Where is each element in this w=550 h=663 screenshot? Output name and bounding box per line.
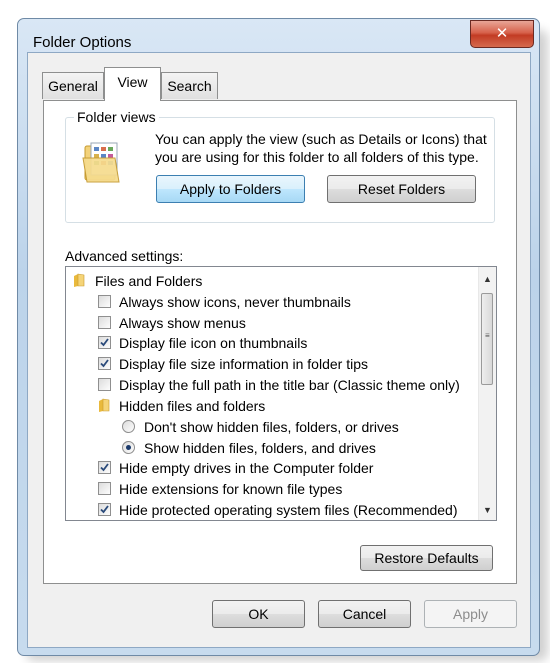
checkbox[interactable]: [98, 378, 111, 391]
list-item-display-file-size[interactable]: Display file size information in folder …: [66, 354, 476, 374]
option-label: Show hidden files, folders, and drives: [144, 440, 376, 456]
close-icon: ✕: [495, 24, 509, 42]
option-label: Display the full path in the title bar (…: [119, 377, 460, 393]
tab-search[interactable]: Search: [161, 72, 218, 99]
tree-item-label: Hidden files and folders: [119, 398, 266, 414]
folder-views-icon: [81, 140, 123, 184]
checkbox[interactable]: [98, 316, 111, 329]
option-label: Display file size information in folder …: [119, 356, 368, 372]
list-item-hide-protected-files[interactable]: Hide protected operating system files (R…: [66, 500, 476, 520]
ok-button[interactable]: OK: [212, 600, 305, 628]
checkbox-checked[interactable]: [98, 357, 111, 370]
folder-icon: [73, 273, 85, 288]
list-item-always-show-menus[interactable]: Always show menus: [66, 313, 476, 333]
tree-item-hidden-files-and-folders[interactable]: Hidden files and folders: [66, 396, 476, 416]
folder-views-description-line1: You can apply the view (such as Details …: [155, 131, 487, 147]
checkbox[interactable]: [98, 295, 111, 308]
apply-to-folders-button[interactable]: Apply to Folders: [156, 175, 305, 203]
folder-views-legend: Folder views: [74, 109, 159, 125]
option-label: Don't show hidden files, folders, or dri…: [144, 419, 399, 435]
checkmark-icon: [100, 359, 109, 368]
list-item-display-file-icon[interactable]: Display file icon on thumbnails: [66, 333, 476, 353]
grip-icon: ≡: [485, 331, 490, 340]
checkbox-checked[interactable]: [98, 503, 111, 516]
tab-general[interactable]: General: [42, 72, 104, 99]
option-label: Display file icon on thumbnails: [119, 335, 308, 351]
option-label: Always show menus: [119, 315, 246, 331]
option-label: Hide empty drives in the Computer folder: [119, 460, 374, 476]
folder-views-description-line2: you are using for this folder to all fol…: [155, 149, 479, 165]
scrollbar-thumb[interactable]: ≡: [481, 293, 493, 385]
list-item-hide-empty-drives[interactable]: Hide empty drives in the Computer folder: [66, 458, 476, 478]
tree-item-files-and-folders[interactable]: Files and Folders: [66, 271, 476, 291]
checkbox-checked[interactable]: [98, 461, 111, 474]
restore-defaults-button[interactable]: Restore Defaults: [360, 545, 493, 571]
window-title: Folder Options: [33, 34, 132, 51]
radio-button[interactable]: [122, 420, 135, 433]
folder-icon: [98, 398, 110, 413]
vertical-scrollbar[interactable]: ▲ ≡ ▼: [478, 267, 496, 520]
checkbox-checked[interactable]: [98, 336, 111, 349]
radio-button-selected[interactable]: [122, 441, 135, 454]
tab-view[interactable]: View: [104, 67, 161, 101]
checkmark-icon: [100, 463, 109, 472]
list-item-dont-show-hidden[interactable]: Don't show hidden files, folders, or dri…: [66, 417, 476, 437]
list-item-display-full-path[interactable]: Display the full path in the title bar (…: [66, 375, 476, 395]
tree-item-label: Files and Folders: [95, 273, 203, 289]
checkmark-icon: [100, 505, 109, 514]
scroll-up-arrow-icon[interactable]: ▲: [483, 274, 492, 284]
reset-folders-button[interactable]: Reset Folders: [327, 175, 476, 203]
cancel-button[interactable]: Cancel: [318, 600, 411, 628]
list-item-always-show-icons[interactable]: Always show icons, never thumbnails: [66, 292, 476, 312]
advanced-settings-list[interactable]: Files and Folders Always show icons, nev…: [65, 266, 497, 521]
option-label: Always show icons, never thumbnails: [119, 294, 351, 310]
close-button[interactable]: ✕: [470, 20, 534, 48]
checkmark-icon: [100, 338, 109, 347]
list-item-hide-extensions[interactable]: Hide extensions for known file types: [66, 479, 476, 499]
checkbox[interactable]: [98, 482, 111, 495]
apply-button[interactable]: Apply: [424, 600, 517, 628]
list-item-show-hidden[interactable]: Show hidden files, folders, and drives: [66, 438, 476, 458]
option-label: Hide extensions for known file types: [119, 481, 343, 497]
advanced-settings-label: Advanced settings:: [65, 248, 184, 264]
option-label: Hide protected operating system files (R…: [119, 502, 458, 518]
scroll-down-arrow-icon[interactable]: ▼: [483, 505, 492, 515]
